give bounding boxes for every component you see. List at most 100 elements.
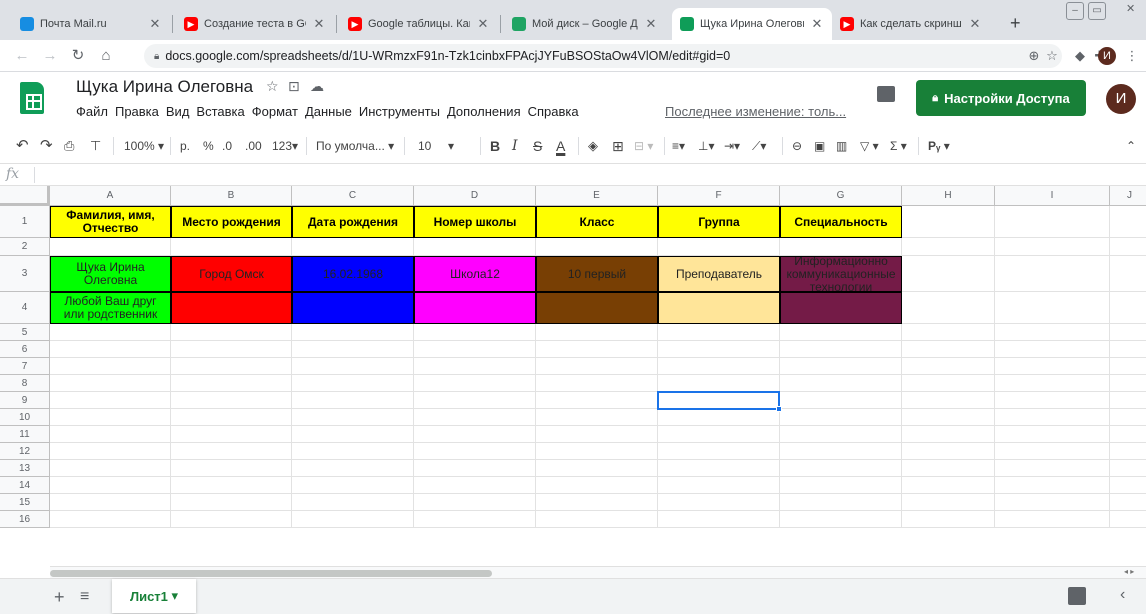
star-icon[interactable]: ☆ — [266, 78, 279, 95]
cell[interactable] — [171, 392, 292, 409]
cell[interactable] — [50, 238, 171, 256]
cell[interactable] — [171, 494, 292, 511]
bold-icon[interactable]: B — [490, 137, 500, 155]
browser-tab[interactable]: ▶ Google таблицы. Как созд ✕ — [340, 8, 498, 40]
cell[interactable] — [780, 426, 902, 443]
cell[interactable] — [171, 375, 292, 392]
column-header[interactable]: A — [50, 186, 171, 206]
cell[interactable] — [1110, 409, 1146, 426]
row-header[interactable]: 3 — [0, 256, 50, 292]
cell[interactable] — [292, 392, 414, 409]
font-select[interactable]: По умолча... ▾ — [316, 137, 394, 155]
row-header[interactable]: 16 — [0, 511, 50, 528]
cell[interactable] — [50, 494, 171, 511]
header-cell[interactable]: Номер школы — [414, 206, 536, 238]
cell[interactable] — [536, 238, 658, 256]
cell[interactable] — [536, 477, 658, 494]
cell[interactable] — [780, 511, 902, 528]
row-header[interactable]: 6 — [0, 341, 50, 358]
data-cell[interactable] — [536, 292, 658, 324]
formula-input[interactable] — [40, 164, 1140, 186]
font-size-select[interactable]: 10 ▾ — [418, 137, 454, 155]
currency-format-button[interactable]: р. — [180, 137, 190, 155]
row-header[interactable]: 14 — [0, 477, 50, 494]
cell[interactable] — [50, 511, 171, 528]
row-header[interactable]: 8 — [0, 375, 50, 392]
cell[interactable] — [414, 324, 536, 341]
cell[interactable] — [171, 477, 292, 494]
data-cell[interactable]: Преподаватель — [658, 256, 780, 292]
paint-format-icon[interactable]: ⊤ — [90, 137, 101, 155]
cell[interactable] — [536, 443, 658, 460]
cell[interactable] — [414, 238, 536, 256]
cell[interactable] — [780, 341, 902, 358]
cell[interactable] — [414, 477, 536, 494]
menu-item[interactable]: Данные — [305, 104, 352, 119]
close-tab-icon[interactable]: ✕ — [148, 16, 162, 32]
cell[interactable] — [995, 375, 1110, 392]
cell[interactable] — [414, 494, 536, 511]
cell[interactable] — [995, 460, 1110, 477]
cell[interactable] — [414, 358, 536, 375]
cell[interactable] — [171, 409, 292, 426]
row-header[interactable]: 5 — [0, 324, 50, 341]
cell[interactable] — [50, 358, 171, 375]
cell[interactable] — [414, 375, 536, 392]
insert-chart-icon[interactable]: ▥ — [836, 137, 847, 155]
row-header[interactable]: 10 — [0, 409, 50, 426]
cell[interactable] — [995, 443, 1110, 460]
cell[interactable] — [902, 375, 995, 392]
decrease-decimal-button[interactable]: .0 — [222, 137, 232, 155]
cell[interactable] — [50, 477, 171, 494]
cell[interactable] — [658, 477, 780, 494]
row-header[interactable]: 1 — [0, 206, 50, 238]
cell[interactable] — [902, 292, 995, 324]
cell[interactable] — [171, 426, 292, 443]
cell[interactable] — [780, 358, 902, 375]
column-header[interactable]: G — [780, 186, 902, 206]
cell[interactable] — [995, 358, 1110, 375]
increase-decimal-button[interactable]: .00 — [245, 137, 262, 155]
cell[interactable] — [1110, 341, 1146, 358]
cloud-saved-icon[interactable]: ☁︎ — [310, 78, 324, 95]
back-icon[interactable]: ← — [12, 46, 32, 66]
minimize-window-icon[interactable]: – — [1066, 2, 1084, 20]
column-header[interactable]: J — [1110, 186, 1146, 206]
cell[interactable] — [171, 443, 292, 460]
cell[interactable] — [995, 238, 1110, 256]
close-tab-icon[interactable]: ✕ — [476, 16, 490, 32]
cell[interactable] — [1110, 392, 1146, 409]
add-sheet-icon[interactable]: + — [54, 587, 65, 607]
scroll-arrows-icon[interactable]: ◂ ▸ — [1124, 567, 1134, 576]
cell[interactable] — [536, 426, 658, 443]
column-header[interactable]: B — [171, 186, 292, 206]
cell[interactable] — [50, 460, 171, 477]
horizontal-scrollbar[interactable]: ◂ ▸ — [50, 566, 1146, 578]
browser-tab[interactable]: Щука Ирина Олеговна - G ✕ — [672, 8, 832, 40]
insert-comment-icon[interactable]: ▣ — [814, 137, 825, 155]
cell[interactable] — [780, 392, 902, 409]
cell[interactable] — [658, 392, 780, 409]
borders-icon[interactable]: ⊞ — [612, 137, 624, 155]
header-cell[interactable]: Фамилия, имя, Отчество — [50, 206, 171, 238]
fill-handle[interactable] — [776, 406, 782, 412]
data-cell[interactable]: Любой Ваш друг или родственник — [50, 292, 171, 324]
cell[interactable] — [50, 409, 171, 426]
cell[interactable] — [1110, 443, 1146, 460]
browser-tab[interactable]: Почта Mail.ru ✕ — [12, 8, 170, 40]
close-window-icon[interactable]: ✕ — [1126, 2, 1135, 15]
cell[interactable] — [902, 511, 995, 528]
cell[interactable] — [292, 341, 414, 358]
data-cell[interactable] — [414, 292, 536, 324]
vertical-align-icon[interactable]: ⊥▾ — [698, 137, 714, 155]
cell[interactable] — [414, 426, 536, 443]
google-sheets-logo-icon[interactable] — [20, 82, 44, 114]
header-cell[interactable]: Дата рождения — [292, 206, 414, 238]
forward-icon[interactable]: → — [40, 46, 60, 66]
cell[interactable] — [1110, 477, 1146, 494]
cell[interactable] — [1110, 494, 1146, 511]
cell[interactable] — [658, 409, 780, 426]
cell[interactable] — [50, 392, 171, 409]
comments-icon[interactable] — [877, 86, 895, 102]
insert-link-icon[interactable]: ⊖ — [792, 137, 802, 155]
